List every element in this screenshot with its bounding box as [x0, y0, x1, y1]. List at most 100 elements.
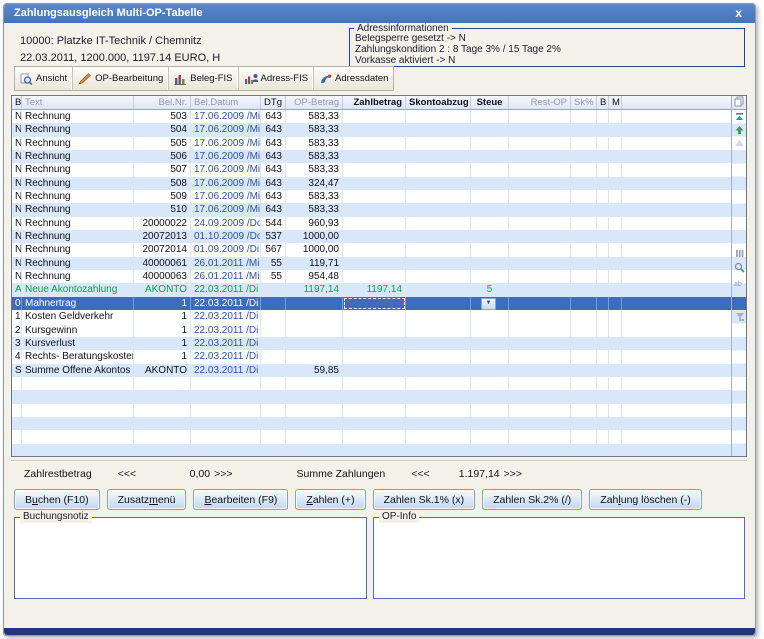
cell-m [609, 150, 622, 163]
cell-op: 583,33 [286, 137, 343, 150]
zahlen-button[interactable]: Zahlen (+) [295, 489, 365, 510]
application-window: Zahlungsausgleich Multi-OP-Tabelle x 100… [3, 3, 756, 636]
cell-steue: ▼ [471, 297, 509, 310]
scroll-top-icon[interactable] [733, 112, 746, 122]
cell-op: 583,33 [286, 150, 343, 163]
cell-skonto [406, 150, 471, 163]
table-row[interactable]: NRechnung4000006126.01.2011 /Mi55119,71 [12, 257, 731, 270]
strip-track[interactable]: ab [732, 110, 746, 456]
table-row[interactable]: NRechnung2007201401.09.2009 /Di5671000,0… [12, 243, 731, 256]
cell-rest [509, 123, 571, 136]
cell-rest [509, 364, 571, 377]
cell-rest [509, 163, 571, 176]
cell-datum: 26.01.2011 /Mi [191, 270, 261, 283]
cell-b: N [12, 150, 22, 163]
cell-op [286, 310, 343, 323]
cell-b2 [597, 190, 609, 203]
filter-icon[interactable] [733, 312, 746, 322]
zahlung-loeschen-button[interactable]: Zahlung löschen (-) [589, 489, 701, 510]
column-header-3[interactable]: Bel.Datum [191, 96, 261, 109]
cell-op [286, 390, 343, 403]
tab-adress-fis[interactable]: Adress-FIS [239, 67, 315, 90]
table-row[interactable]: 2Kursgewinn122.03.2011 /Di [12, 324, 731, 337]
steuer-dropdown[interactable]: ▼ [481, 298, 496, 310]
sort-text-icon[interactable]: ab [733, 279, 746, 288]
table-row[interactable]: NRechnung50817.06.2009 /Mi643324,47 [12, 177, 731, 190]
up-triangle-icon[interactable] [733, 139, 746, 147]
table-row[interactable]: SSumme Offene AkontosAKONTO22.03.2011 /D… [12, 364, 731, 377]
zahlen-sk1-button[interactable]: Zahlen Sk.1% (x) [373, 489, 476, 510]
tab-op-bearbeitung[interactable]: OP-Bearbeitung [73, 67, 169, 90]
column-header-6[interactable]: Zahlbetrag [343, 96, 406, 109]
cell-text [22, 430, 134, 443]
column-header-12[interactable]: M [609, 96, 622, 109]
cell-zahl [343, 430, 406, 443]
cell-text [22, 444, 134, 456]
table-row[interactable]: NRechnung50717.06.2009 /Mi643583,33 [12, 163, 731, 176]
column-header-1[interactable]: Text [22, 96, 134, 109]
buchen-button[interactable]: Buchen (F10) [14, 489, 100, 510]
zusatzmenu-button[interactable]: Zusatzmenü [107, 489, 187, 510]
search-icon[interactable] [733, 262, 746, 273]
column-header-9[interactable]: Rest-OP [509, 96, 571, 109]
table-row[interactable]: NRechnung2000002224.09.2009 /Do544960,93 [12, 217, 731, 230]
table-row[interactable]: NRechnung50517.06.2009 /Mi643583,33 [12, 137, 731, 150]
table-row[interactable]: 1Kosten Geldverkehr122.03.2011 /Di [12, 310, 731, 323]
cell-zahl [343, 110, 406, 123]
cell-rest [509, 137, 571, 150]
cell-steue [471, 257, 509, 270]
bearbeiten-button[interactable]: Bearbeiten (F9) [193, 489, 288, 510]
tab-ansicht[interactable]: Ansicht [15, 67, 73, 90]
zahlen-sk2-button[interactable]: Zahlen Sk.2% (/) [482, 489, 582, 510]
cell-datum: 17.06.2009 /Mi [191, 123, 261, 136]
cell-filler [622, 203, 731, 216]
tab-adressdaten[interactable]: Adressdaten [314, 67, 393, 90]
table-row[interactable]: NRechnung50617.06.2009 /Mi643583,33 [12, 150, 731, 163]
buchungsnotiz-box[interactable]: Buchungsnotiz [14, 517, 367, 599]
column-header-11[interactable]: B [597, 96, 609, 109]
cell-text: Rechnung [22, 270, 134, 283]
table-row[interactable]: NRechnung50917.06.2009 /Mi643583,33 [12, 190, 731, 203]
cell-op [286, 324, 343, 337]
cell-filler [622, 377, 731, 390]
column-header-2[interactable]: Bel.Nr. [134, 96, 191, 109]
column-header-8[interactable]: Steue [471, 96, 509, 109]
table-row[interactable]: NRechnung2007201301.10.2009 /Do5371000,0… [12, 230, 731, 243]
title-bar: Zahlungsausgleich Multi-OP-Tabelle x [4, 4, 755, 23]
cell-datum [191, 404, 261, 417]
scroll-up-icon[interactable] [733, 125, 746, 135]
table-row[interactable]: 3Kursverlust122.03.2011 /Di [12, 337, 731, 350]
cell-sk [571, 430, 597, 443]
columns-icon[interactable] [733, 249, 746, 258]
close-icon[interactable]: x [735, 4, 742, 23]
table-row[interactable]: NRechnung4000006326.01.2011 /Mi55954,48 [12, 270, 731, 283]
column-header-0[interactable]: B [12, 96, 22, 109]
cell-datum: 24.09.2009 /Do [191, 217, 261, 230]
cell-m [609, 404, 622, 417]
cell-skonto [406, 203, 471, 216]
column-header-4[interactable]: DTg [261, 96, 286, 109]
cell-steue [471, 137, 509, 150]
cell-skonto [406, 417, 471, 430]
table-row[interactable]: 4Rechts- Beratungskosten122.03.2011 /Di [12, 350, 731, 363]
cell-sk [571, 417, 597, 430]
copy-icon[interactable] [734, 94, 744, 112]
table-row[interactable]: ANeue AkontozahlungAKONTO22.03.2011 /Di1… [12, 283, 731, 296]
table-row[interactable]: NRechnung51017.06.2009 /Mi643583,33 [12, 203, 731, 216]
table-row[interactable]: NRechnung50317.06.2009 /Mi643583,33 [12, 110, 731, 123]
table-row[interactable]: NRechnung50417.06.2009 /Mi643583,33 [12, 123, 731, 136]
cell-nr: 1 [134, 337, 191, 350]
empty-row [12, 444, 731, 456]
selected-row-marker [732, 297, 746, 310]
column-header-5[interactable]: OP-Betrag [286, 96, 343, 109]
column-header-7[interactable]: Skontoabzug [406, 96, 471, 109]
cell-sk [571, 444, 597, 456]
tab-beleg-fis[interactable]: Beleg-FIS [169, 67, 238, 90]
cell-skonto [406, 243, 471, 256]
strip-header [732, 96, 746, 110]
address-info-legend: Adressinformationen [354, 23, 452, 34]
op-info-box[interactable]: OP-Info [373, 517, 745, 599]
column-header-10[interactable]: Sk% [571, 96, 597, 109]
table-row[interactable]: 0Mahnertrag122.03.2011 /Di▼ [12, 297, 731, 310]
cell-nr: 508 [134, 177, 191, 190]
